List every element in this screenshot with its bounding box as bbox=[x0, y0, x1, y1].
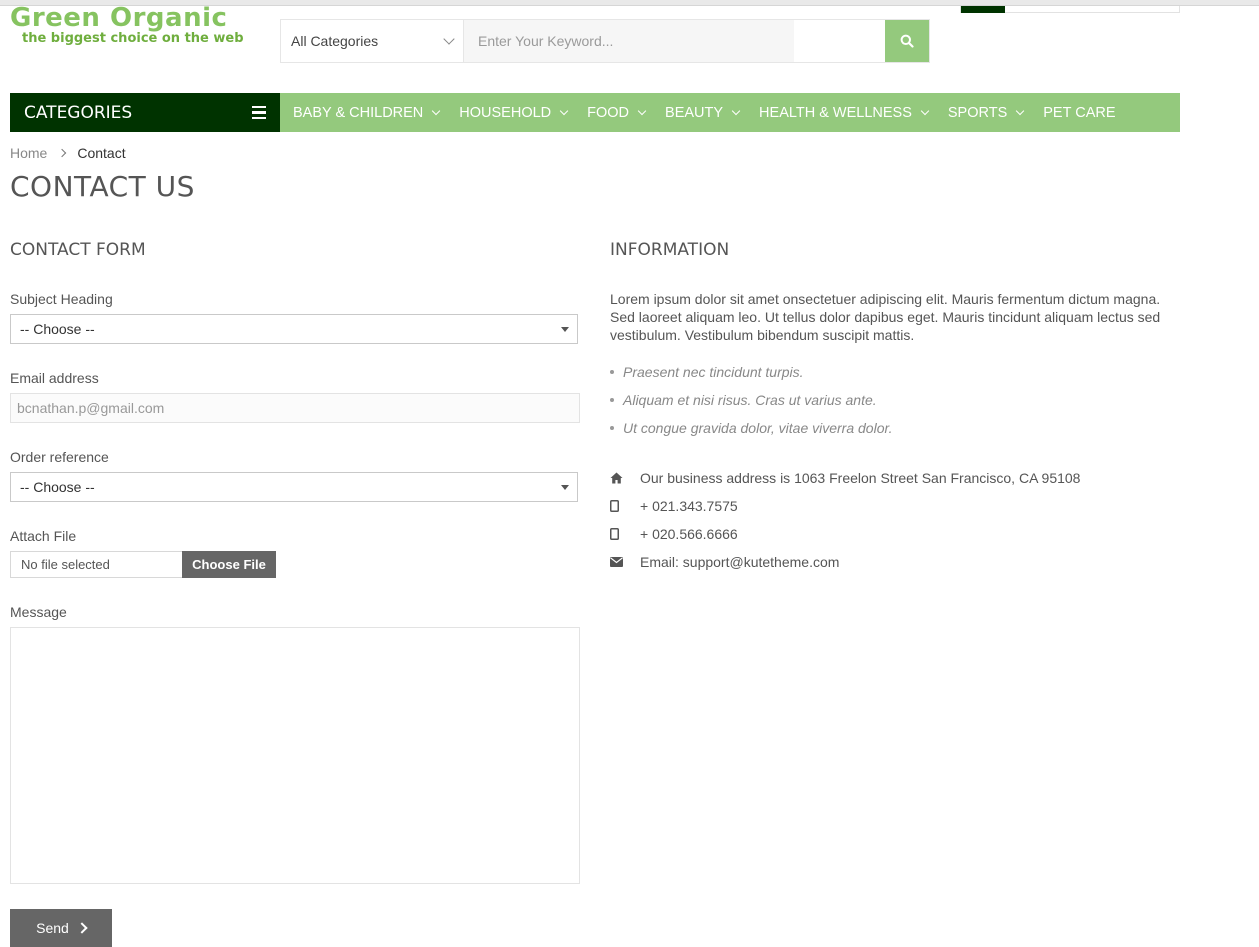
phone-text: + 021.343.7575 bbox=[640, 498, 738, 514]
phone-row: + 021.343.7575 bbox=[610, 496, 738, 516]
home-icon bbox=[610, 472, 623, 484]
main-nav: CATEGORIES BABY & CHILDREN HOUSEHOLD FOO… bbox=[10, 93, 1180, 132]
phone-text: + 020.566.6666 bbox=[640, 526, 738, 542]
search-input[interactable] bbox=[464, 20, 794, 62]
nav-item-label: SPORTS bbox=[947, 104, 1008, 121]
email-value: bcnathan.p@gmail.com bbox=[17, 400, 165, 416]
attach-file-label: Attach File bbox=[10, 528, 77, 544]
page-title: CONTACT US bbox=[10, 170, 195, 203]
information-heading: INFORMATION bbox=[610, 240, 730, 260]
information-paragraph: Lorem ipsum dolor sit amet onsectetuer a… bbox=[610, 291, 1161, 343]
search-bar: All Categories bbox=[280, 19, 930, 63]
dropdown-arrow-icon bbox=[561, 484, 569, 490]
bullet-icon bbox=[610, 398, 614, 402]
search-icon bbox=[900, 34, 914, 48]
nav-item-sports[interactable]: SPORTS bbox=[947, 104, 1025, 121]
list-item-text: Praesent nec tincidunt turpis. bbox=[623, 364, 804, 380]
email-row: Email: support@kutetheme.com bbox=[610, 552, 839, 572]
contact-form-heading: CONTACT FORM bbox=[10, 240, 146, 260]
order-reference-select[interactable]: -- Choose -- bbox=[10, 472, 578, 502]
nav-item-label: FOOD bbox=[587, 104, 630, 121]
address-text: Our business address is 1063 Freelon Str… bbox=[640, 470, 1081, 486]
breadcrumb-current: Contact bbox=[77, 145, 126, 161]
chevron-down-icon bbox=[920, 106, 930, 115]
nav-item-household[interactable]: HOUSEHOLD bbox=[459, 104, 569, 121]
send-label: Send bbox=[36, 920, 69, 936]
nav-item-pet-care[interactable]: PET CARE bbox=[1043, 105, 1115, 121]
chevron-down-icon bbox=[1016, 106, 1025, 115]
header-cart-box[interactable] bbox=[960, 6, 1180, 13]
arrow-right-icon bbox=[76, 922, 88, 934]
search-category-select[interactable]: All Categories bbox=[281, 20, 464, 62]
breadcrumb-home-link[interactable]: Home bbox=[10, 145, 47, 161]
list-item: Praesent nec tincidunt turpis. bbox=[610, 358, 893, 386]
email-label: Email address bbox=[10, 370, 99, 386]
chevron-down-icon bbox=[432, 106, 441, 115]
nav-item-label: BABY & CHILDREN bbox=[293, 104, 424, 121]
file-upload: No file selected Choose File bbox=[10, 551, 276, 578]
categories-label: CATEGORIES bbox=[24, 102, 133, 123]
nav-item-label: PET CARE bbox=[1043, 104, 1116, 121]
list-item-text: Ut congue gravida dolor, vitae viverra d… bbox=[623, 420, 893, 436]
list-item-text: Aliquam et nisi risus. Cras ut varius an… bbox=[623, 392, 877, 408]
subject-heading-value: -- Choose -- bbox=[20, 321, 95, 337]
envelope-icon bbox=[610, 557, 623, 567]
logo-title: Green Organic bbox=[10, 3, 228, 33]
chevron-down-icon bbox=[559, 106, 569, 115]
information-list: Praesent nec tincidunt turpis. Aliquam e… bbox=[610, 358, 893, 442]
address-row: Our business address is 1063 Freelon Str… bbox=[610, 468, 1080, 488]
nav-item-beauty[interactable]: BEAUTY bbox=[665, 104, 741, 121]
file-name-display: No file selected bbox=[10, 551, 182, 578]
choose-file-button[interactable]: Choose File bbox=[182, 551, 276, 578]
nav-item-food[interactable]: FOOD bbox=[587, 104, 647, 121]
nav-item-baby-children[interactable]: BABY & CHILDREN bbox=[293, 104, 441, 121]
list-item: Ut congue gravida dolor, vitae viverra d… bbox=[610, 414, 893, 442]
dropdown-arrow-icon bbox=[561, 326, 569, 332]
mobile-icon bbox=[610, 528, 619, 540]
search-spacer bbox=[794, 20, 885, 62]
message-label: Message bbox=[10, 604, 67, 620]
nav-item-health-wellness[interactable]: HEALTH & WELLNESS bbox=[759, 104, 930, 121]
nav-menu: BABY & CHILDREN HOUSEHOLD FOOD BEAUTY HE… bbox=[280, 93, 1136, 132]
search-button[interactable] bbox=[885, 20, 929, 62]
chevron-down-icon bbox=[731, 106, 741, 115]
menu-icon bbox=[252, 105, 266, 120]
nav-item-label: BEAUTY bbox=[665, 104, 724, 121]
categories-button[interactable]: CATEGORIES bbox=[10, 93, 280, 132]
site-logo[interactable]: Green Organic the biggest choice on the … bbox=[10, 5, 280, 50]
nav-item-label: HEALTH & WELLNESS bbox=[759, 104, 912, 121]
logo-tagline: the biggest choice on the web bbox=[22, 31, 244, 46]
subject-heading-select[interactable]: -- Choose -- bbox=[10, 314, 578, 344]
chevron-right-icon bbox=[58, 148, 67, 158]
order-reference-value: -- Choose -- bbox=[20, 479, 95, 495]
chevron-down-icon bbox=[637, 106, 647, 115]
email-field[interactable]: bcnathan.p@gmail.com bbox=[10, 393, 580, 423]
subject-heading-label: Subject Heading bbox=[10, 291, 113, 307]
search-category-label: All Categories bbox=[291, 33, 379, 49]
bullet-icon bbox=[610, 370, 614, 374]
chevron-down-icon bbox=[443, 33, 455, 45]
breadcrumb: Home Contact bbox=[10, 145, 126, 161]
message-textarea[interactable] bbox=[10, 627, 580, 884]
bullet-icon bbox=[610, 426, 614, 430]
phone-row: + 020.566.6666 bbox=[610, 524, 738, 544]
send-button[interactable]: Send bbox=[10, 909, 112, 947]
nav-item-label: HOUSEHOLD bbox=[459, 104, 552, 121]
header-cart-accent bbox=[961, 6, 1005, 13]
email-text[interactable]: Email: support@kutetheme.com bbox=[640, 554, 839, 570]
order-reference-label: Order reference bbox=[10, 449, 109, 465]
list-item: Aliquam et nisi risus. Cras ut varius an… bbox=[610, 386, 893, 414]
mobile-icon bbox=[610, 500, 619, 512]
